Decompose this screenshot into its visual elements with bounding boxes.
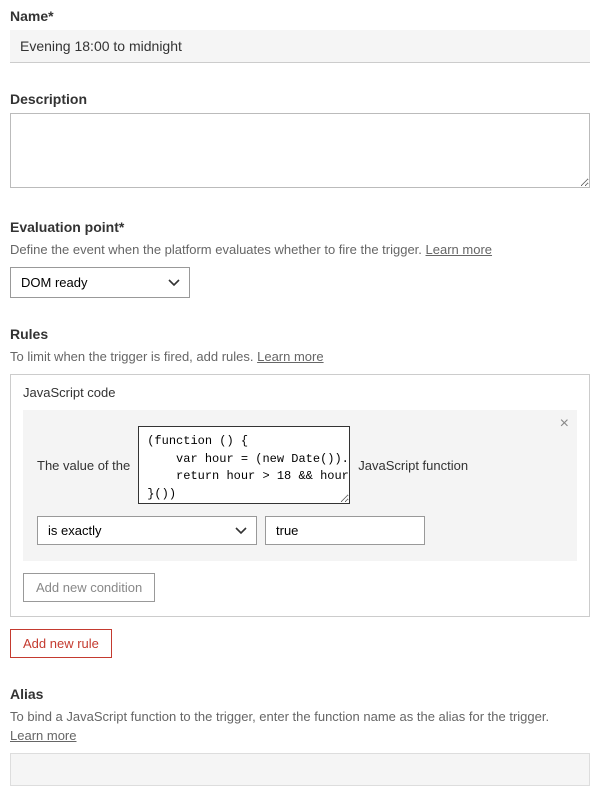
javascript-code-input[interactable] (138, 426, 350, 504)
evaluation-point-select-wrap: DOM ready (10, 267, 190, 298)
name-label: Name* (10, 8, 590, 24)
rule-body: × The value of the JavaScript function i… (23, 410, 577, 561)
alias-input[interactable] (10, 753, 590, 786)
rules-hint-text: To limit when the trigger is fired, add … (10, 349, 257, 364)
evaluation-point-hint-text: Define the event when the platform evalu… (10, 242, 426, 257)
rules-label: Rules (10, 326, 590, 342)
add-condition-button[interactable]: Add new condition (23, 573, 155, 602)
alias-label: Alias (10, 686, 590, 702)
rules-panel: JavaScript code × The value of the JavaS… (10, 374, 590, 617)
rule-expression-row: The value of the JavaScript function (37, 426, 563, 504)
rules-learn-more-link[interactable]: Learn more (257, 349, 323, 364)
evaluation-point-field-group: Evaluation point* Define the event when … (10, 219, 590, 298)
rule-condition-row: is exactly (37, 516, 563, 545)
rule-header: JavaScript code (23, 385, 577, 400)
name-input[interactable] (10, 30, 590, 63)
rules-field-group: Rules To limit when the trigger is fired… (10, 326, 590, 658)
evaluation-point-hint: Define the event when the platform evalu… (10, 241, 590, 259)
alias-hint: To bind a JavaScript function to the tri… (10, 708, 590, 744)
rules-hint: To limit when the trigger is fired, add … (10, 348, 590, 366)
description-label: Description (10, 91, 590, 107)
name-field-group: Name* (10, 8, 590, 63)
description-textarea[interactable] (10, 113, 590, 188)
evaluation-point-learn-more-link[interactable]: Learn more (426, 242, 492, 257)
alias-learn-more-link[interactable]: Learn more (10, 728, 76, 743)
alias-hint-text: To bind a JavaScript function to the tri… (10, 709, 549, 724)
evaluation-point-label: Evaluation point* (10, 219, 590, 235)
add-rule-button[interactable]: Add new rule (10, 629, 112, 658)
condition-operator-select[interactable]: is exactly (37, 516, 257, 545)
condition-value-input[interactable] (265, 516, 425, 545)
rule-expr-suffix: JavaScript function (358, 458, 468, 473)
evaluation-point-select[interactable]: DOM ready (10, 267, 190, 298)
rule-expr-prefix: The value of the (37, 458, 130, 473)
alias-field-group: Alias To bind a JavaScript function to t… (10, 686, 590, 785)
close-icon[interactable]: × (560, 416, 569, 432)
condition-operator-wrap: is exactly (37, 516, 257, 545)
description-field-group: Description (10, 91, 590, 191)
